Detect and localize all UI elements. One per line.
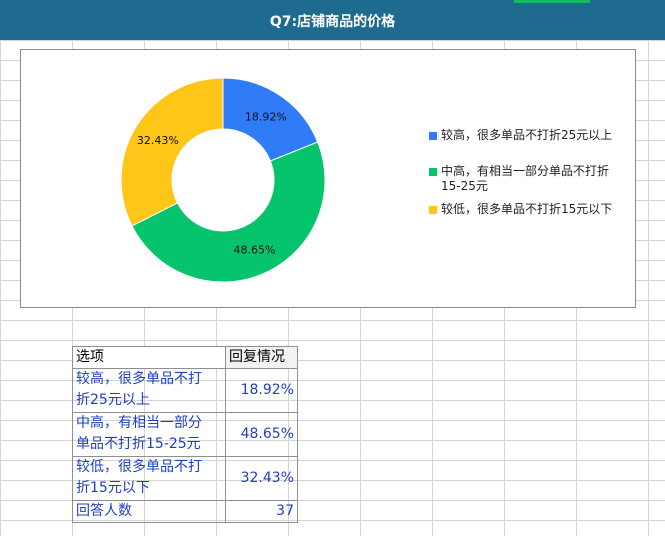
- table-cell-option[interactable]: 较低，很多单品不打 折15元以下: [72, 456, 226, 501]
- donut-hole: [172, 129, 274, 231]
- table-cell-option[interactable]: 中高，有相当一部分 单品不打折15-25元: [72, 412, 226, 457]
- legend-item-high[interactable]: 较高，很多单品不打折25元以上: [429, 128, 612, 143]
- option-line-2: 单品不打折15-25元: [76, 436, 201, 452]
- legend-label-high: 较高，很多单品不打折25元以上: [441, 128, 612, 143]
- donut-data-label-2: 32.43%: [137, 134, 179, 147]
- table-cell-value[interactable]: 18.92%: [225, 368, 298, 413]
- table-cell-value[interactable]: 48.65%: [225, 412, 298, 457]
- title-bar-accent: [514, 0, 590, 3]
- table-header-option[interactable]: 选项: [72, 346, 226, 369]
- donut-data-label-1: 48.65%: [234, 244, 276, 257]
- donut-data-label-0: 18.92%: [245, 111, 287, 124]
- chart-panel[interactable]: 18.92% 48.65% 32.43% 较高，很多单品不打折25元以上 中高，有相…: [20, 49, 636, 308]
- table-cell-option[interactable]: 较高，很多单品不打 折25元以上: [72, 368, 226, 413]
- legend-item-mid[interactable]: 中高，有相当一部分单品不打折 15-25元: [429, 164, 609, 194]
- table-cell-total-label[interactable]: 回答人数: [72, 500, 226, 523]
- table-row: 较低，很多单品不打 折15元以下 32.43%: [72, 456, 298, 501]
- option-line-2: 折25元以上: [76, 392, 150, 408]
- table-row: 较高，很多单品不打 折25元以上 18.92%: [72, 368, 298, 413]
- table-row: 中高，有相当一部分 单品不打折15-25元 48.65%: [72, 412, 298, 457]
- summary-table[interactable]: 选项 回复情况 较高，很多单品不打 折25元以上 18.92% 中高，有相当一部…: [72, 346, 298, 523]
- option-line-1: 较高，很多单品不打: [76, 371, 202, 387]
- legend-swatch-high: [429, 132, 437, 140]
- legend-swatch-mid: [429, 168, 437, 176]
- option-line-2: 折15元以下: [76, 480, 150, 496]
- table-header-response[interactable]: 回复情况: [225, 346, 298, 369]
- legend-item-low[interactable]: 较低，很多单品不打折15元以下: [429, 202, 612, 217]
- legend-label-low: 较低，很多单品不打折15元以下: [441, 202, 612, 217]
- legend-label-low-line1: 较低，很多单品不打折15元以下: [441, 202, 613, 216]
- table-cell-total-value[interactable]: 37: [225, 500, 298, 523]
- legend-label-mid-line2: 15-25元: [441, 179, 488, 193]
- option-line-1: 中高，有相当一部分: [76, 415, 202, 431]
- table-header-row: 选项 回复情况: [72, 346, 298, 369]
- legend-label-mid-line1: 中高，有相当一部分单品不打折: [441, 164, 610, 178]
- table-cell-value[interactable]: 32.43%: [225, 456, 298, 501]
- legend-label-high-line1: 较高，很多单品不打折25元以上: [441, 128, 613, 142]
- sheet-title-bar: Q7:店铺商品的价格: [0, 0, 665, 41]
- sheet-title: Q7:店铺商品的价格: [269, 14, 396, 30]
- legend-swatch-low: [429, 206, 437, 214]
- donut-group: 18.92% 48.65% 32.43%: [120, 77, 326, 283]
- option-line-1: 较低，很多单品不打: [76, 459, 202, 475]
- legend-label-mid: 中高，有相当一部分单品不打折 15-25元: [441, 164, 609, 194]
- table-row-total: 回答人数 37: [72, 500, 298, 523]
